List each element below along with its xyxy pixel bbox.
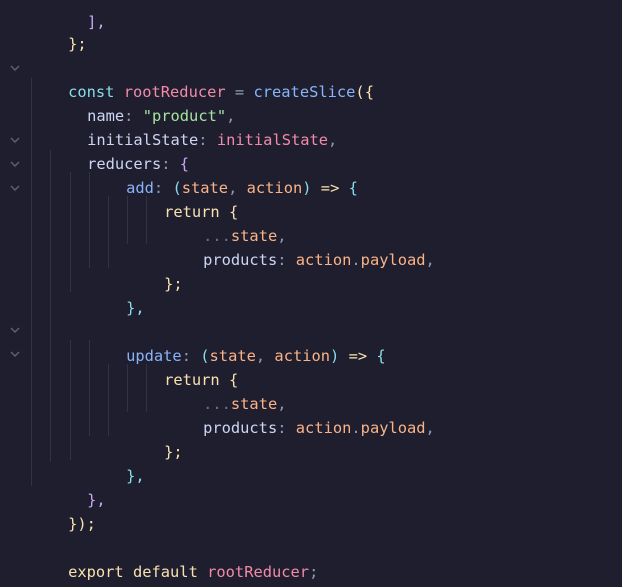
code-token: default — [132, 563, 198, 581]
indent-guide — [108, 196, 109, 268]
code-token: . — [351, 251, 361, 269]
code-token: ], — [87, 13, 106, 31]
code-token: : — [277, 251, 287, 269]
code-token: { — [376, 347, 386, 365]
code-line: export default rootReducer; — [31, 536, 318, 581]
code-token: }, — [126, 299, 145, 317]
chevron-down-icon[interactable] — [8, 323, 22, 337]
code-line: const rootReducer = createSlice({ — [31, 56, 374, 101]
code-token: payload — [360, 419, 426, 437]
code-token: action — [246, 179, 303, 197]
indent-guide — [70, 340, 71, 460]
code-token: export — [68, 563, 124, 581]
code-token: }); — [68, 515, 96, 533]
code-line: update: (state, action) => { — [89, 320, 386, 365]
code-token: , — [328, 131, 338, 149]
code-token: , — [425, 419, 435, 437]
indent-guide — [70, 172, 71, 292]
code-line: ...state, — [166, 368, 286, 413]
code-token: ({ — [355, 83, 374, 101]
code-token: initialState — [216, 131, 329, 149]
code-token: , — [425, 251, 435, 269]
code-token: ) — [330, 347, 340, 365]
code-token: ) — [302, 179, 312, 197]
code-line: }, — [50, 464, 106, 509]
chevron-down-icon[interactable] — [8, 133, 22, 147]
code-line: products: action.payload, — [166, 224, 435, 269]
code-line: }; — [127, 416, 183, 461]
code-token: : — [277, 419, 287, 437]
code-token: }; — [68, 35, 87, 53]
code-editor[interactable]: ], }; const rootReducer = createSlice({ … — [0, 0, 622, 587]
code-line: products: action.payload, — [166, 392, 435, 437]
code-line: add: (state, action) => { — [89, 152, 358, 197]
code-token: action — [295, 251, 352, 269]
code-token: => — [348, 347, 368, 365]
indent-guide — [31, 78, 32, 486]
code-token: rootReducer — [207, 563, 310, 581]
code-token: createSlice — [253, 83, 356, 101]
code-line: name: "product", — [50, 80, 235, 125]
code-line: ...state, — [166, 200, 286, 245]
code-token: = — [234, 83, 245, 101]
code-line: }); — [31, 488, 96, 533]
code-line: reducers: { — [50, 128, 189, 173]
code-token: . — [351, 419, 361, 437]
code-token: , — [255, 347, 275, 365]
code-line: initialState: initialState, — [50, 104, 337, 149]
code-token: payload — [360, 251, 426, 269]
code-token: products — [203, 419, 278, 437]
chevron-down-icon[interactable] — [8, 181, 22, 195]
code-token: action — [295, 419, 352, 437]
code-token: action — [274, 347, 331, 365]
code-line: }, — [89, 272, 145, 317]
code-token: }; — [164, 443, 183, 461]
code-token: { — [348, 179, 358, 197]
code-token: }, — [126, 467, 145, 485]
indent-guide — [108, 364, 109, 436]
code-token: products — [203, 251, 278, 269]
code-token: ; — [309, 563, 319, 581]
chevron-down-icon[interactable] — [8, 347, 22, 361]
chevron-down-icon[interactable] — [8, 61, 22, 75]
code-line: }; — [127, 248, 183, 293]
code-token: => — [320, 179, 340, 197]
code-token: : — [198, 131, 208, 149]
chevron-down-icon[interactable] — [8, 157, 22, 171]
code-line: }; — [31, 8, 87, 53]
code-line: }, — [89, 440, 145, 485]
code-line: return { — [127, 344, 238, 389]
code-line: return { — [127, 176, 238, 221]
code-token: }; — [164, 275, 183, 293]
